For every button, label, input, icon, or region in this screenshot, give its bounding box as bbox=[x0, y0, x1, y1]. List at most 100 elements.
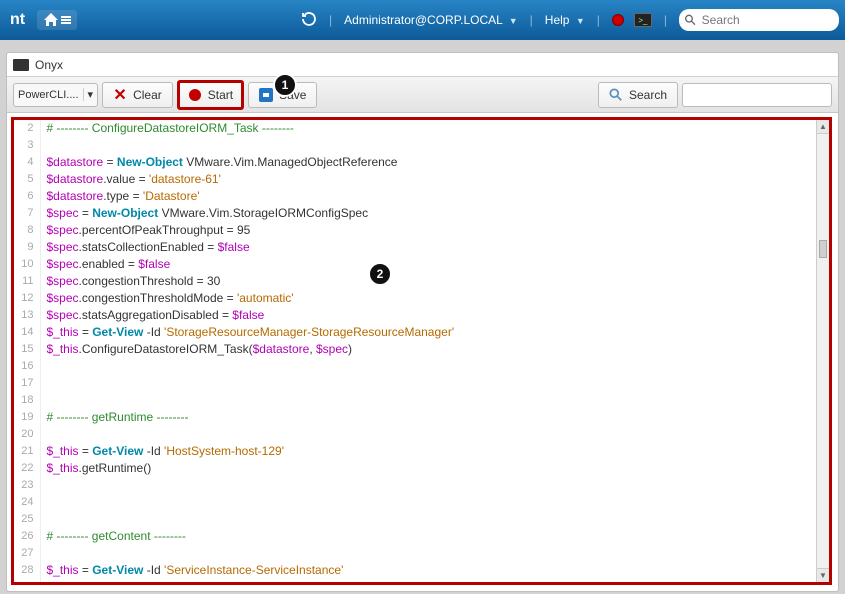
terminal-icon[interactable]: >_ bbox=[634, 13, 652, 27]
top-nav-bar: nt | Administrator@CORP.LOCAL ▼ | Help ▼… bbox=[0, 0, 845, 40]
clear-label: Clear bbox=[133, 88, 162, 102]
start-label: Start bbox=[208, 88, 233, 102]
code-line: 21$_this = Get-View -Id 'HostSystem-host… bbox=[14, 443, 816, 460]
line-content[interactable]: $datastore = New-Object VMware.Vim.Manag… bbox=[40, 154, 816, 171]
line-content[interactable]: $_this.getRuntime() bbox=[40, 460, 816, 477]
start-button[interactable]: Start bbox=[177, 80, 244, 110]
code-line: 23 bbox=[14, 477, 816, 494]
search-button[interactable]: Search bbox=[598, 82, 678, 108]
line-content[interactable]: $spec.congestionThresholdMode = 'automat… bbox=[40, 290, 816, 307]
line-number: 14 bbox=[14, 324, 40, 341]
line-number: 9 bbox=[14, 239, 40, 256]
scrollbar-thumb[interactable] bbox=[819, 240, 827, 258]
line-content[interactable]: $datastore.type = 'Datastore' bbox=[40, 188, 816, 205]
line-content[interactable]: $spec.statsAggregationDisabled = $false bbox=[40, 307, 816, 324]
x-icon: ✕ bbox=[113, 88, 127, 102]
line-content[interactable]: $_this.ConfigureDatastoreIORM_Task($data… bbox=[40, 341, 816, 358]
line-content[interactable] bbox=[40, 375, 816, 392]
search-label: Search bbox=[629, 88, 667, 102]
line-content[interactable]: $spec.congestionThreshold = 30 bbox=[40, 273, 816, 290]
line-number: 19 bbox=[14, 409, 40, 426]
code-table: 2# -------- ConfigureDatastoreIORM_Task … bbox=[14, 120, 816, 582]
brand-text: nt bbox=[10, 11, 25, 29]
line-number: 6 bbox=[14, 188, 40, 205]
separator: | bbox=[329, 13, 332, 27]
line-number: 15 bbox=[14, 341, 40, 358]
line-content[interactable]: $_this = Get-View -Id 'HostSystem-host-1… bbox=[40, 443, 816, 460]
line-content[interactable] bbox=[40, 358, 816, 375]
line-content[interactable]: $spec.percentOfPeakThroughput = 95 bbox=[40, 222, 816, 239]
code-line: 27 bbox=[14, 545, 816, 562]
line-number: 23 bbox=[14, 477, 40, 494]
code-area: 2 2# -------- ConfigureDatastoreIORM_Tas… bbox=[11, 117, 832, 585]
record-icon bbox=[189, 89, 201, 101]
line-number: 27 bbox=[14, 545, 40, 562]
code-line: 12$spec.congestionThresholdMode = 'autom… bbox=[14, 290, 816, 307]
code-line: 25 bbox=[14, 511, 816, 528]
line-content[interactable] bbox=[40, 477, 816, 494]
line-content[interactable]: $_this.getContent() bbox=[40, 579, 816, 582]
line-number: 28 bbox=[14, 562, 40, 579]
clear-button[interactable]: ✕ Clear bbox=[102, 82, 173, 108]
line-content[interactable] bbox=[40, 426, 816, 443]
line-content[interactable]: # -------- getContent -------- bbox=[40, 528, 816, 545]
code-line: 29$_this.getContent() bbox=[14, 579, 816, 582]
code-line: 18 bbox=[14, 392, 816, 409]
separator: | bbox=[664, 13, 667, 27]
line-content[interactable]: $spec.statsCollectionEnabled = $false bbox=[40, 239, 816, 256]
language-select-label: PowerCLI.... bbox=[18, 89, 79, 101]
onyx-panel: Onyx PowerCLI.... ▾ ✕ Clear Start Save S… bbox=[6, 52, 839, 592]
toolbar: PowerCLI.... ▾ ✕ Clear Start Save Search… bbox=[7, 77, 838, 113]
line-number: 4 bbox=[14, 154, 40, 171]
line-number: 21 bbox=[14, 443, 40, 460]
annotation-badge-1: 1 bbox=[273, 73, 297, 97]
line-number: 11 bbox=[14, 273, 40, 290]
line-number: 17 bbox=[14, 375, 40, 392]
scrollbar-down-arrow[interactable]: ▼ bbox=[817, 568, 829, 582]
line-content[interactable]: $spec.enabled = $false bbox=[40, 256, 816, 273]
line-number: 3 bbox=[14, 137, 40, 154]
global-search-input[interactable] bbox=[702, 13, 831, 27]
line-content[interactable]: $_this = Get-View -Id 'ServiceInstance-S… bbox=[40, 562, 816, 579]
search-icon bbox=[609, 88, 623, 102]
line-content[interactable] bbox=[40, 545, 816, 562]
home-button[interactable] bbox=[37, 10, 77, 30]
line-content[interactable]: # -------- getRuntime -------- bbox=[40, 409, 816, 426]
line-number: 13 bbox=[14, 307, 40, 324]
record-status-icon[interactable] bbox=[612, 14, 624, 26]
code-scroll[interactable]: 2# -------- ConfigureDatastoreIORM_Task … bbox=[14, 120, 816, 582]
line-content[interactable]: # -------- ConfigureDatastoreIORM_Task -… bbox=[40, 120, 816, 137]
home-icon bbox=[43, 13, 59, 27]
chevron-down-icon: ▼ bbox=[509, 16, 518, 26]
line-number: 25 bbox=[14, 511, 40, 528]
user-menu[interactable]: Administrator@CORP.LOCAL ▼ bbox=[344, 13, 518, 27]
global-search[interactable] bbox=[679, 9, 839, 31]
toolbar-search-input[interactable] bbox=[682, 83, 832, 107]
scrollbar-up-arrow[interactable]: ▲ bbox=[817, 120, 829, 134]
line-number: 2 bbox=[14, 120, 40, 137]
code-line: 13$spec.statsAggregationDisabled = $fals… bbox=[14, 307, 816, 324]
line-number: 22 bbox=[14, 460, 40, 477]
separator: | bbox=[530, 13, 533, 27]
code-line: 4$datastore = New-Object VMware.Vim.Mana… bbox=[14, 154, 816, 171]
line-content[interactable] bbox=[40, 511, 816, 528]
chevron-down-icon: ▼ bbox=[576, 16, 585, 26]
language-select[interactable]: PowerCLI.... ▾ bbox=[13, 83, 98, 107]
refresh-button[interactable] bbox=[301, 11, 317, 30]
vertical-scrollbar[interactable]: ▲ ▼ bbox=[816, 120, 829, 582]
separator: | bbox=[597, 13, 600, 27]
line-content[interactable]: $_this = Get-View -Id 'StorageResourceMa… bbox=[40, 324, 816, 341]
line-content[interactable] bbox=[40, 137, 816, 154]
code-line: 24 bbox=[14, 494, 816, 511]
code-line: 20 bbox=[14, 426, 816, 443]
save-icon bbox=[259, 88, 273, 102]
help-menu[interactable]: Help ▼ bbox=[545, 13, 585, 27]
line-content[interactable] bbox=[40, 392, 816, 409]
line-number: 12 bbox=[14, 290, 40, 307]
line-number: 29 bbox=[14, 579, 40, 582]
code-line: 14$_this = Get-View -Id 'StorageResource… bbox=[14, 324, 816, 341]
line-content[interactable]: $spec = New-Object VMware.Vim.StorageIOR… bbox=[40, 205, 816, 222]
line-content[interactable]: $datastore.value = 'datastore-61' bbox=[40, 171, 816, 188]
hamburger-icon bbox=[61, 15, 71, 25]
line-content[interactable] bbox=[40, 494, 816, 511]
